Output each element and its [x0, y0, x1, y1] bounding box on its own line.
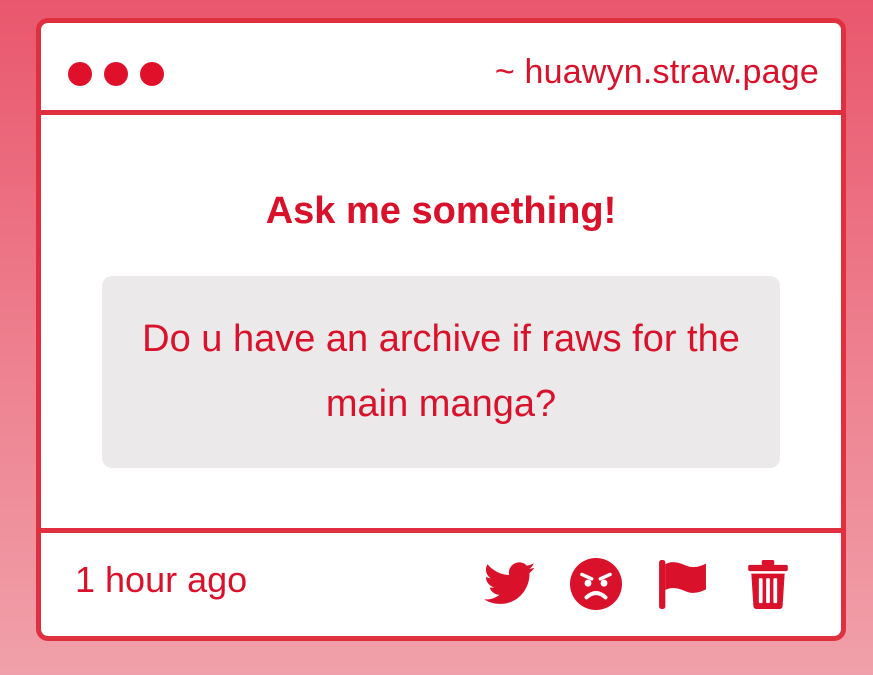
- flag-icon: [659, 560, 706, 609]
- angry-face-icon: [570, 558, 622, 610]
- card-footer: 1 hour ago: [41, 528, 841, 636]
- report-flag-button[interactable]: [654, 556, 710, 612]
- delete-button[interactable]: [740, 556, 796, 612]
- question-card: Do u have an archive if raws for the mai…: [102, 276, 780, 468]
- window-dot-3[interactable]: [140, 62, 164, 86]
- ask-content: Ask me something! Do u have an archive i…: [41, 115, 841, 533]
- page-url[interactable]: ~ huawyn.straw.page: [495, 53, 819, 92]
- twitter-icon: [484, 562, 536, 604]
- window-dot-1[interactable]: [68, 62, 92, 86]
- timestamp: 1 hour ago: [75, 559, 248, 600]
- question-text: Do u have an archive if raws for the mai…: [142, 318, 740, 425]
- page-title: Ask me something!: [265, 190, 617, 232]
- browser-window: ~ huawyn.straw.page Ask me something! Do…: [36, 18, 846, 641]
- window-controls: [68, 62, 164, 86]
- share-twitter-button[interactable]: [482, 556, 538, 612]
- react-angry-button[interactable]: [568, 556, 624, 612]
- window-dot-2[interactable]: [104, 62, 128, 86]
- trash-icon: [748, 560, 788, 609]
- title-bar: ~ huawyn.straw.page: [41, 23, 841, 115]
- action-bar: [482, 556, 796, 612]
